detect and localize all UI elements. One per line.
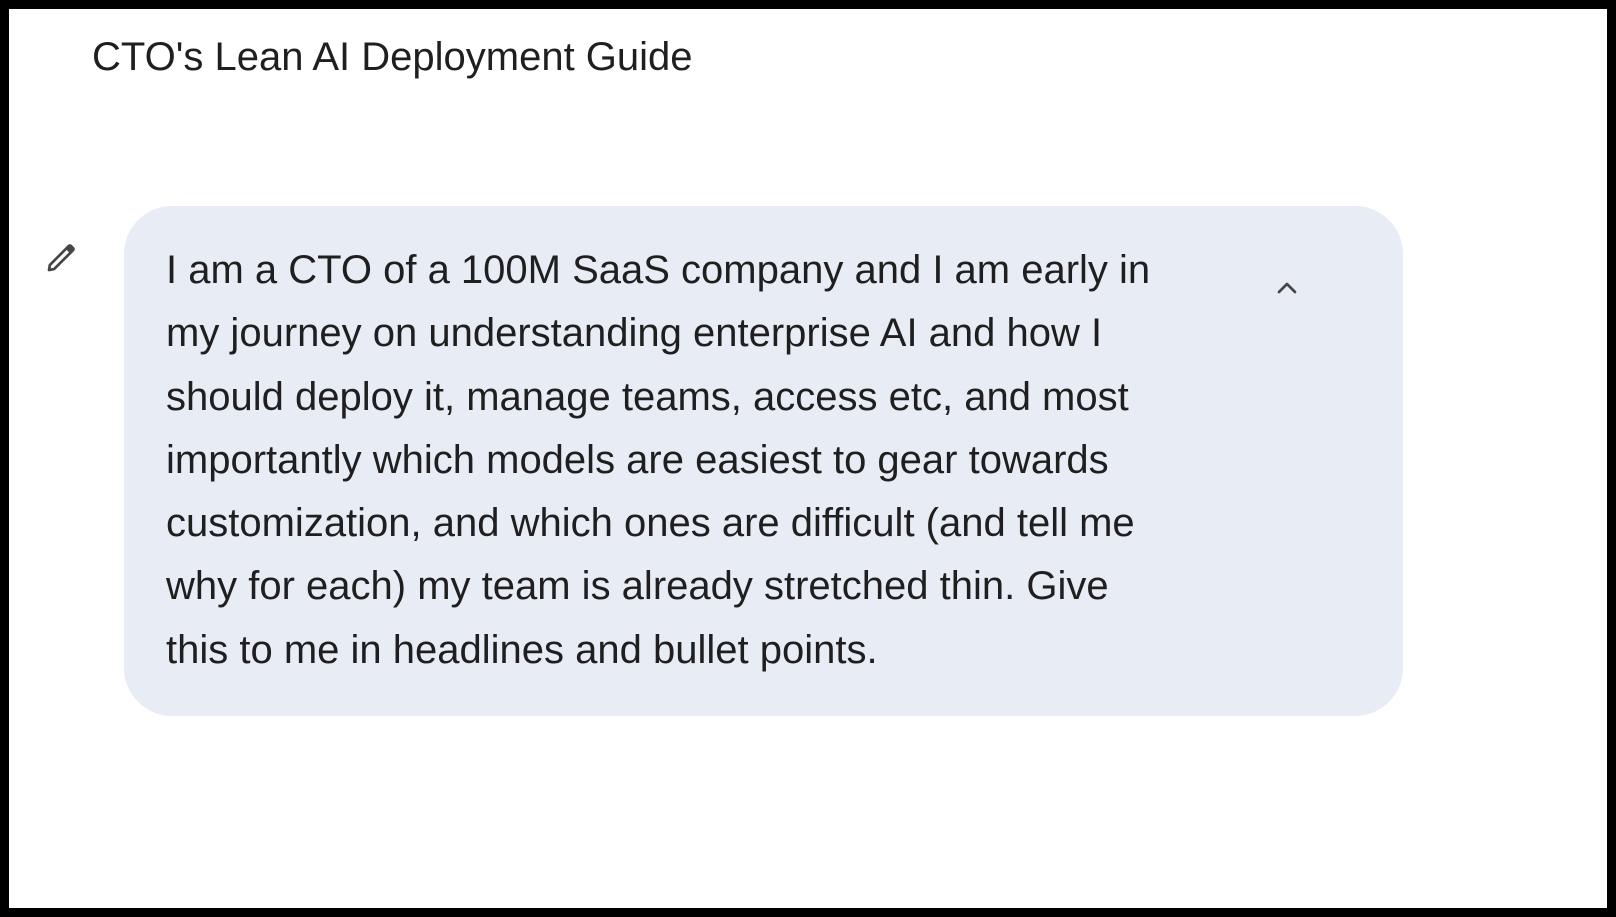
message-line: my journey on understanding enterprise A… bbox=[166, 311, 1103, 356]
chat-window: CTO's Lean AI Deployment Guide I am a CT… bbox=[9, 9, 1607, 908]
pencil-icon bbox=[47, 244, 75, 272]
user-message-text: I am a CTO of a 100M SaaS company and I … bbox=[166, 239, 1256, 682]
message-line: why for each) my team is already stretch… bbox=[166, 564, 1109, 609]
collapse-message-button[interactable] bbox=[1263, 264, 1311, 312]
message-line: importantly which models are easiest to … bbox=[166, 437, 1109, 482]
message-line: I am a CTO of a 100M SaaS company and I … bbox=[166, 248, 1151, 292]
message-line: should deploy it, manage teams, access e… bbox=[166, 374, 1129, 419]
message-line: customization, and which ones are diffic… bbox=[166, 501, 1135, 546]
chevron-up-icon bbox=[1277, 282, 1297, 294]
message-line: this to me in headlines and bullet point… bbox=[166, 627, 878, 672]
edit-prompt-button[interactable] bbox=[39, 236, 83, 280]
conversation-title: CTO's Lean AI Deployment Guide bbox=[92, 35, 693, 79]
user-message-bubble: I am a CTO of a 100M SaaS company and I … bbox=[124, 206, 1403, 716]
